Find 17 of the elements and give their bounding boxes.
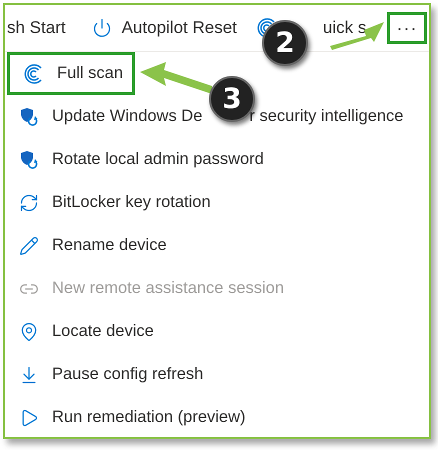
shield-refresh-icon xyxy=(19,150,39,170)
toolbar-button[interactable]: Autopilot Reset xyxy=(122,15,237,41)
menu-item[interactable]: Run remediation (preview) xyxy=(5,396,429,439)
toolbar-button[interactable]: sh Start xyxy=(7,15,66,41)
radar-icon xyxy=(24,64,44,84)
location-pin-icon xyxy=(19,322,39,342)
menu-item[interactable]: Locate device xyxy=(5,310,429,353)
menu-item[interactable]: Rotate local admin password xyxy=(5,138,429,181)
shield-refresh-icon xyxy=(19,106,39,126)
more-options-button[interactable]: ··· xyxy=(387,12,427,44)
menu-item[interactable]: Pause config refresh xyxy=(5,353,429,396)
pencil-icon xyxy=(19,236,39,256)
menu-item[interactable]: Full scan xyxy=(7,52,135,95)
refresh-icon xyxy=(19,192,39,212)
menu-item[interactable]: BitLocker key rotation xyxy=(5,181,429,224)
power-icon xyxy=(92,18,112,38)
menu-item[interactable]: Rename device xyxy=(5,224,429,267)
